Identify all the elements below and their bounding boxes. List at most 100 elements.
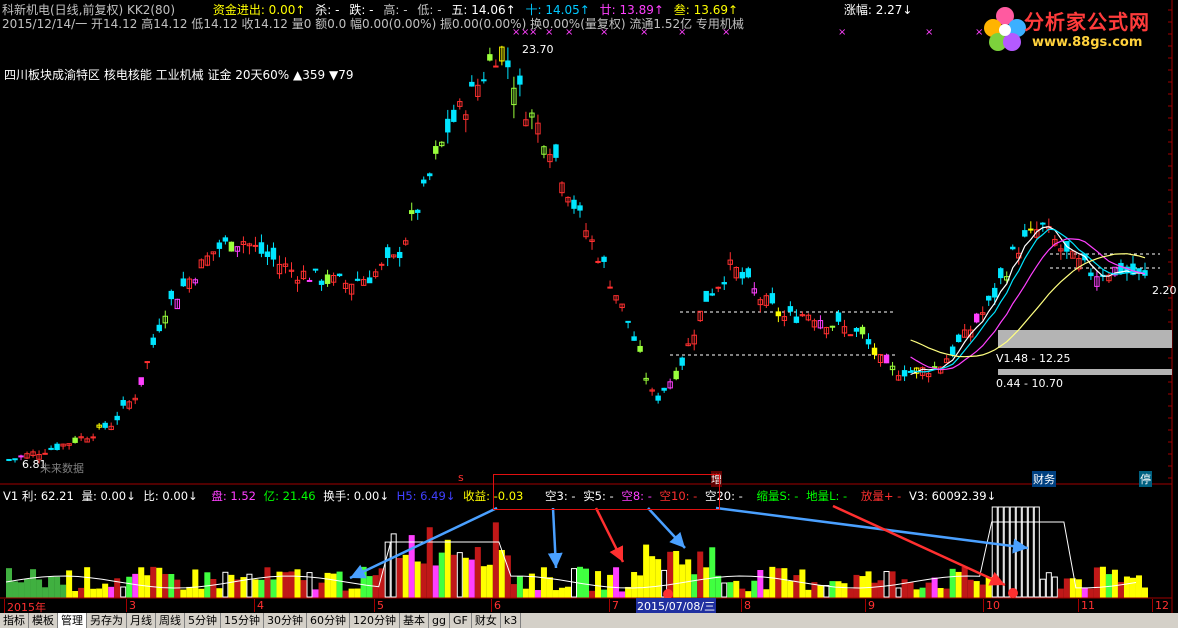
tab-周线[interactable]: 周线 (156, 613, 185, 628)
candle (198, 258, 205, 269)
x-mark: × (565, 27, 573, 38)
candle (324, 269, 331, 287)
volume-bar (438, 552, 445, 598)
volume-bar (577, 566, 584, 598)
volume-bar (1099, 566, 1106, 598)
tab-gg[interactable]: gg (429, 613, 450, 628)
candle (973, 312, 980, 324)
date-cursor[interactable]: 2015/07/08/三 (636, 598, 717, 614)
volume-bar (210, 579, 217, 598)
candle (1088, 268, 1094, 280)
volume-bar (132, 573, 139, 598)
candle (457, 98, 463, 110)
candle (132, 394, 138, 405)
candle (421, 176, 427, 187)
candle (30, 449, 36, 458)
volume-bar (967, 579, 974, 598)
candle (186, 276, 193, 293)
candle (595, 257, 601, 264)
volume-bar (739, 588, 746, 598)
tab-管理[interactable]: 管理 (58, 613, 87, 628)
volume-bar (204, 572, 211, 598)
callout-arrow (832, 504, 1006, 587)
last-price-label: 2.20 (1152, 284, 1177, 297)
volume-bar (234, 579, 241, 598)
volume-bar (913, 589, 920, 598)
candle (709, 288, 715, 297)
candle (384, 244, 391, 267)
volume-bar (462, 557, 469, 598)
marker-ting[interactable]: 停 (1139, 471, 1152, 487)
tab-60分钟[interactable]: 60分钟 (307, 613, 350, 628)
candle (300, 265, 307, 281)
tab-基本[interactable]: 基本 (400, 613, 429, 628)
volume-bar (853, 574, 860, 598)
volume-bar (943, 588, 950, 598)
candle (180, 271, 187, 287)
candle (589, 235, 595, 250)
volume-bar (1045, 572, 1052, 598)
candle (619, 303, 625, 312)
x-mark: × (545, 27, 553, 38)
candle (487, 47, 493, 62)
candle (865, 333, 872, 349)
volume-bar (480, 566, 487, 598)
volume-bar (516, 576, 523, 598)
volume-bar (6, 568, 13, 598)
candle (378, 262, 385, 271)
ind-profit: V1 利: 62.21 (3, 489, 74, 503)
volume-bar (366, 576, 373, 598)
volume-bar (558, 587, 565, 598)
candle (288, 262, 295, 278)
volume-bar (468, 559, 475, 598)
candle (847, 334, 854, 337)
volume-bar (985, 576, 992, 598)
volume-bar (492, 522, 499, 598)
candle (144, 360, 150, 370)
candle (883, 353, 890, 364)
candle (955, 333, 962, 343)
volume-bar (877, 580, 884, 598)
tab-5分钟[interactable]: 5分钟 (185, 613, 221, 628)
volume-bar (655, 559, 662, 598)
tab-指标[interactable]: 指标 (0, 613, 29, 628)
tab-k3[interactable]: k3 (501, 613, 522, 628)
ind-ratio: 比: 0.00↓ (143, 489, 198, 503)
volume-bar (727, 582, 734, 598)
tab-模板[interactable]: 模板 (29, 613, 58, 628)
candle (1142, 262, 1148, 279)
candle (763, 293, 770, 308)
volume-bar (601, 589, 608, 598)
tab-120分钟[interactable]: 120分钟 (350, 613, 400, 628)
tab-GF[interactable]: GF (450, 613, 472, 628)
candle (390, 254, 397, 259)
volume-bar (552, 590, 559, 598)
ind-pan: 盘: 1.52 (211, 489, 256, 503)
volume-bar (444, 539, 451, 598)
volume-bar (540, 567, 547, 598)
candle (481, 71, 487, 84)
tab-15分钟[interactable]: 15分钟 (221, 613, 264, 628)
candle (312, 268, 319, 273)
volume-bar (162, 573, 169, 598)
volume-bar (1087, 588, 1094, 598)
volume-bar (751, 580, 758, 598)
marker-caiwu[interactable]: 财务 (1032, 471, 1056, 487)
resistance-band (998, 330, 1172, 348)
tab-月线[interactable]: 月线 (127, 613, 156, 628)
bottom-tabs: 指标 模板 管理 另存为 月线 周线 5分钟 15分钟 30分钟 60分钟 120分钟 基本 gg GF 财… (0, 613, 1178, 628)
tab-30分钟[interactable]: 30分钟 (264, 613, 307, 628)
volume-bar (1009, 506, 1016, 598)
volume-bar (883, 571, 890, 598)
tab-财女[interactable]: 财女 (472, 613, 501, 628)
volume-bar (474, 547, 481, 598)
x-mark: × (838, 27, 846, 38)
date-label: 3 (126, 599, 136, 612)
tab-另存为[interactable]: 另存为 (87, 613, 127, 628)
candle (204, 252, 211, 267)
candle (541, 145, 547, 159)
ind-volume: 量: 0.00↓ (81, 489, 136, 503)
volume-bar (1003, 506, 1010, 598)
candle (685, 337, 691, 347)
kline-chart[interactable]: × × × × × × × × × × × × (0, 0, 1178, 613)
